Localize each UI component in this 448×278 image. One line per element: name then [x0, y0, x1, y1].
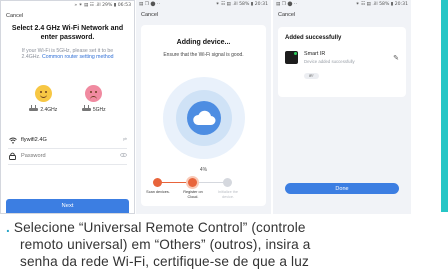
- wifi-icon: [8, 137, 17, 144]
- smart-ir-device-icon: [285, 51, 298, 64]
- room-chip[interactable]: IR’: [304, 73, 319, 79]
- caption-line-1: Selecione “Universal Remote Control” (co…: [13, 220, 306, 235]
- step-initialize-label: Initialize the device.: [217, 190, 239, 199]
- wifi-network-field[interactable]: flywifi2.4G ⇌: [8, 133, 127, 149]
- status-bar: » ✶ ▤ ☷ .ill 29% ▮ 06:53: [74, 3, 131, 8]
- happy-face-icon: [34, 84, 52, 102]
- adding-device-card: Adding device... Ensure that the Wi-Fi s…: [141, 25, 266, 206]
- router-setting-link[interactable]: Common router setting method: [42, 54, 114, 60]
- band-24-label: 2.4GHz: [40, 106, 58, 113]
- done-button[interactable]: Done: [285, 183, 399, 194]
- progress-steps: Scan devices. Register on Cloud. Initial…: [146, 177, 255, 207]
- wifi-setup-screen: » ✶ ▤ ☷ .ill 29% ▮ 06:53 Cancel Select 2…: [0, 0, 135, 214]
- edit-icon[interactable]: ✎: [393, 54, 399, 62]
- band-comparison: 2.4GHz 5GHz: [17, 84, 118, 113]
- wifi-signal-hint: Ensure that the Wi-Fi signal is good.: [163, 52, 244, 58]
- lock-icon: [8, 152, 17, 161]
- device-name: Smart IR: [304, 51, 326, 57]
- router-icon: [81, 105, 91, 112]
- status-bar: ▤ ❒ ⬤ ·· ✶ ☷ ▤ .ill 58% ▮ 20:31: [276, 2, 408, 7]
- device-added-card: Added successfully Smart IR Device added…: [278, 27, 406, 97]
- page-title: Added successfully: [285, 35, 342, 41]
- next-button[interactable]: Next: [6, 199, 129, 213]
- wifi-hint: If your Wi-Fi is 5GHz, please set it to …: [13, 48, 122, 61]
- band-5ghz: 5GHz: [81, 84, 106, 113]
- switch-network-icon[interactable]: ⇌: [123, 137, 127, 143]
- cloud-icon: [193, 110, 216, 125]
- caption-bullet: .: [6, 220, 10, 235]
- step-register-label: Register on Cloud.: [183, 190, 203, 199]
- progress-percent: 4%: [199, 167, 208, 173]
- password-input[interactable]: [21, 153, 120, 160]
- instruction-caption: . Selecione “Universal Remote Control” (…: [6, 219, 446, 270]
- band-5-label: 5GHz: [92, 106, 106, 113]
- step-initialize-dot: [223, 178, 232, 187]
- show-password-icon[interactable]: [120, 153, 127, 159]
- band-24ghz: 2.4GHz: [29, 84, 58, 113]
- cloud-progress-graphic: [163, 77, 245, 159]
- step-scan-label: Scan devices.: [146, 190, 170, 194]
- status-bar: ▤ ❒ ⬤ ·· ✶ ☷ ▤ .ill 58% ▮ 20:31: [139, 2, 268, 7]
- sad-face-icon: [85, 84, 103, 102]
- device-status: Device added successfully: [304, 59, 355, 64]
- cancel-button[interactable]: Cancel: [273, 9, 411, 18]
- step-register-dot: [188, 178, 197, 187]
- added-successfully-screen: ▤ ❒ ⬤ ·· ✶ ☷ ▤ .ill 58% ▮ 20:31 Cancel A…: [273, 0, 411, 214]
- caption-line-2: remoto universal) em “Others” (outros), …: [20, 237, 311, 252]
- cancel-button[interactable]: Cancel: [1, 10, 134, 19]
- adding-device-screen: ▤ ❒ ⬤ ·· ✶ ☷ ▤ .ill 58% ▮ 20:31 Cancel A…: [136, 0, 271, 214]
- step-scan-dot: [153, 178, 162, 187]
- cancel-button[interactable]: Cancel: [136, 9, 271, 18]
- device-row[interactable]: Smart IR Device added successfully ✎: [285, 51, 399, 64]
- wifi-network-name: flywifi2.4G: [21, 137, 47, 144]
- caption-line-3: senha da rede Wi-Fi, certifique-se de qu…: [20, 254, 309, 269]
- page-title: Adding device...: [176, 39, 231, 46]
- accent-strip: [441, 0, 448, 212]
- router-icon: [29, 105, 39, 112]
- password-field[interactable]: [8, 149, 127, 165]
- page-title: Select 2.4 GHz Wi-Fi Network and enter p…: [11, 25, 124, 41]
